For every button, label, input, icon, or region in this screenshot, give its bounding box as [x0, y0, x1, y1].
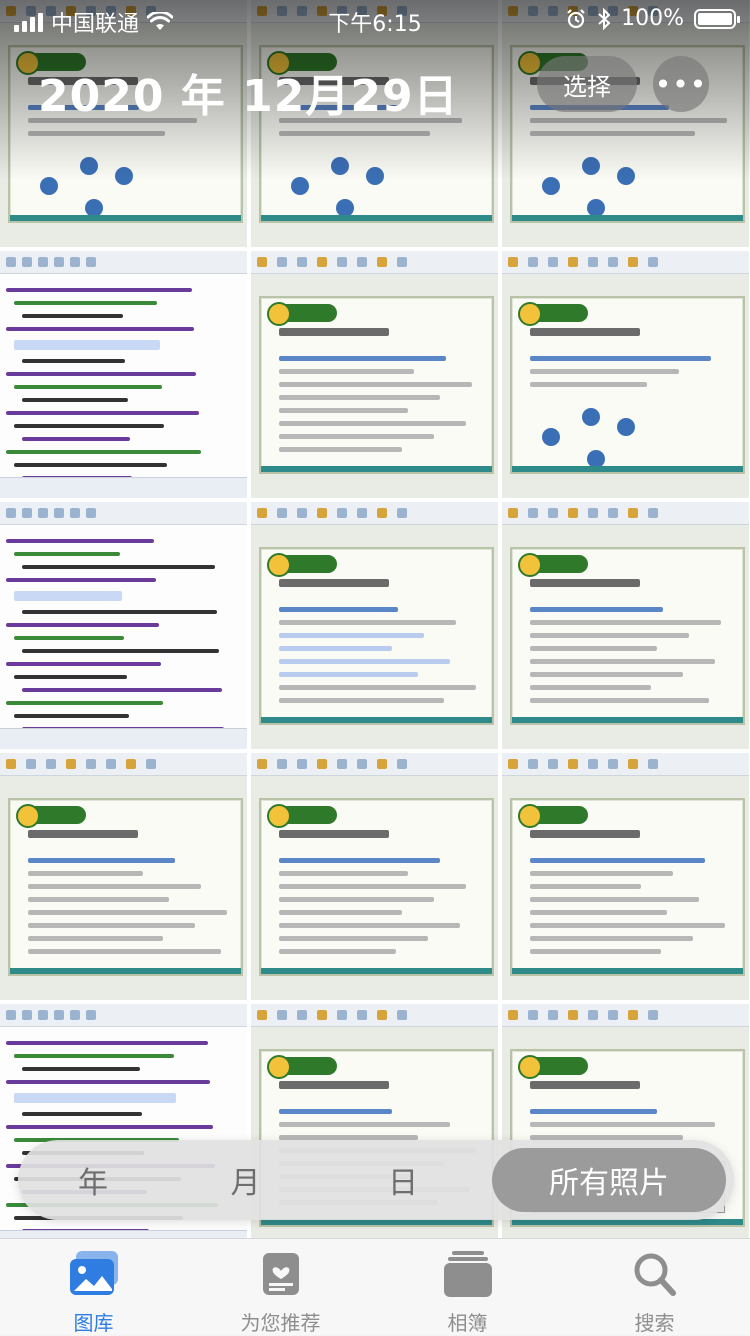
search-icon: [634, 1253, 676, 1296]
photo-thumbnail[interactable]: [251, 753, 498, 1000]
tab-search-label: 搜索: [634, 1311, 675, 1335]
segment-years[interactable]: 年: [18, 1140, 168, 1220]
tab-library-label: 图库: [73, 1311, 114, 1335]
photo-thumbnail[interactable]: [0, 251, 247, 498]
photo-thumbnail[interactable]: [502, 753, 749, 1000]
photo-grid: [0, 0, 750, 1251]
for-you-icon: [262, 1253, 299, 1295]
segment-months[interactable]: 月: [168, 1140, 323, 1220]
battery-icon: [694, 8, 740, 29]
view-segmented-control: 年 月 日 所有照片: [18, 1140, 734, 1220]
segment-all-photos[interactable]: 所有照片: [492, 1148, 726, 1212]
tab-library[interactable]: 图库: [0, 1239, 187, 1335]
tab-albums[interactable]: 相簿: [374, 1239, 561, 1335]
battery-percent: 100%: [621, 6, 684, 31]
photo-thumbnail[interactable]: [0, 502, 247, 749]
tab-search[interactable]: 搜索: [561, 1239, 748, 1335]
photo-thumbnail[interactable]: [502, 251, 749, 498]
alarm-icon: [567, 8, 585, 28]
tab-bar: 图库 为您推荐 相簿 搜索: [0, 1238, 750, 1335]
albums-icon: [443, 1251, 492, 1297]
more-options-button[interactable]: •••: [653, 56, 709, 112]
photos-icon: [69, 1251, 118, 1295]
select-button[interactable]: 选择: [537, 56, 637, 112]
tab-for-you[interactable]: 为您推荐: [187, 1239, 374, 1335]
date-title: 2020 年 12月29日: [38, 71, 459, 122]
photo-thumbnail[interactable]: [502, 502, 749, 749]
bluetooth-icon: [598, 7, 611, 30]
photo-thumbnail[interactable]: [251, 251, 498, 498]
tab-for-you-label: 为您推荐: [240, 1311, 321, 1335]
tab-albums-label: 相簿: [447, 1311, 488, 1335]
status-bar: 中国联通 下午6:15 100%: [0, 0, 750, 40]
segment-days[interactable]: 日: [323, 1140, 483, 1220]
photo-thumbnail[interactable]: [0, 753, 247, 1000]
photo-thumbnail[interactable]: [251, 502, 498, 749]
